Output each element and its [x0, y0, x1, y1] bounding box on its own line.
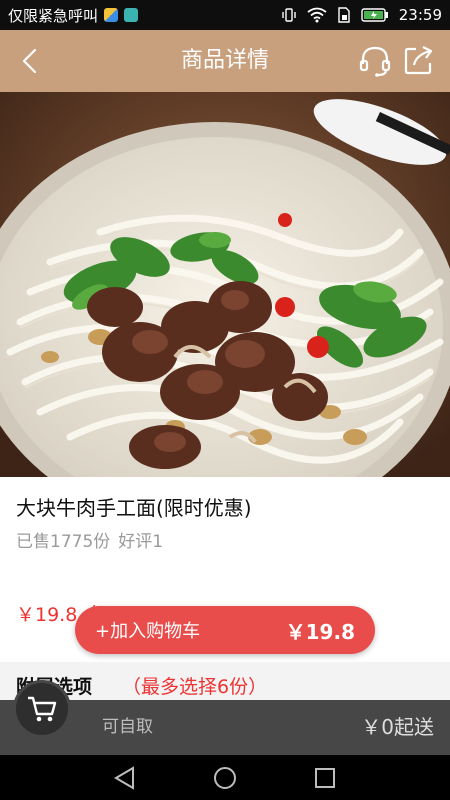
battery-icon — [361, 8, 388, 22]
gallery-notification-icon — [124, 8, 139, 22]
add-to-cart-button[interactable]: +加入购物车 ￥19.8 — [75, 606, 375, 654]
product-stats: 已售1775份 好评1 — [16, 527, 163, 552]
shopping-cart-icon — [28, 696, 57, 722]
vibrate-icon — [282, 8, 296, 22]
nav-recents-icon[interactable] — [312, 765, 338, 791]
wifi-icon — [307, 7, 327, 23]
sim-icon — [338, 7, 350, 23]
system-nav-bar — [0, 755, 450, 800]
min-order-label[interactable]: ￥0起送 — [361, 700, 434, 755]
attachment-options-note: （最多选择6份） — [122, 676, 268, 698]
pickup-label: 可自取 — [102, 717, 153, 737]
product-image — [0, 92, 450, 477]
product-name: 大块牛肉手工面(限时优惠) — [16, 496, 252, 520]
sold-count: 已售1775份 — [16, 532, 111, 552]
add-to-cart-price: ￥19.8 — [285, 619, 355, 644]
clock: 23:59 — [398, 6, 442, 24]
status-bar: 仅限紧急呼叫 23:59 — [0, 0, 450, 30]
cart-button[interactable] — [13, 680, 71, 738]
nav-home-icon[interactable] — [212, 765, 238, 791]
share-icon[interactable] — [402, 43, 436, 77]
headset-icon[interactable] — [358, 44, 392, 78]
nav-back-icon[interactable] — [112, 765, 138, 791]
add-to-cart-label: +加入购物车 — [95, 621, 201, 642]
app-notification-icon — [104, 8, 119, 22]
rating-count: 好评1 — [118, 532, 164, 552]
carrier-text: 仅限紧急呼叫 — [8, 6, 99, 25]
back-arrow-icon[interactable] — [14, 44, 48, 78]
header-bar: 商品详情 — [0, 30, 450, 92]
